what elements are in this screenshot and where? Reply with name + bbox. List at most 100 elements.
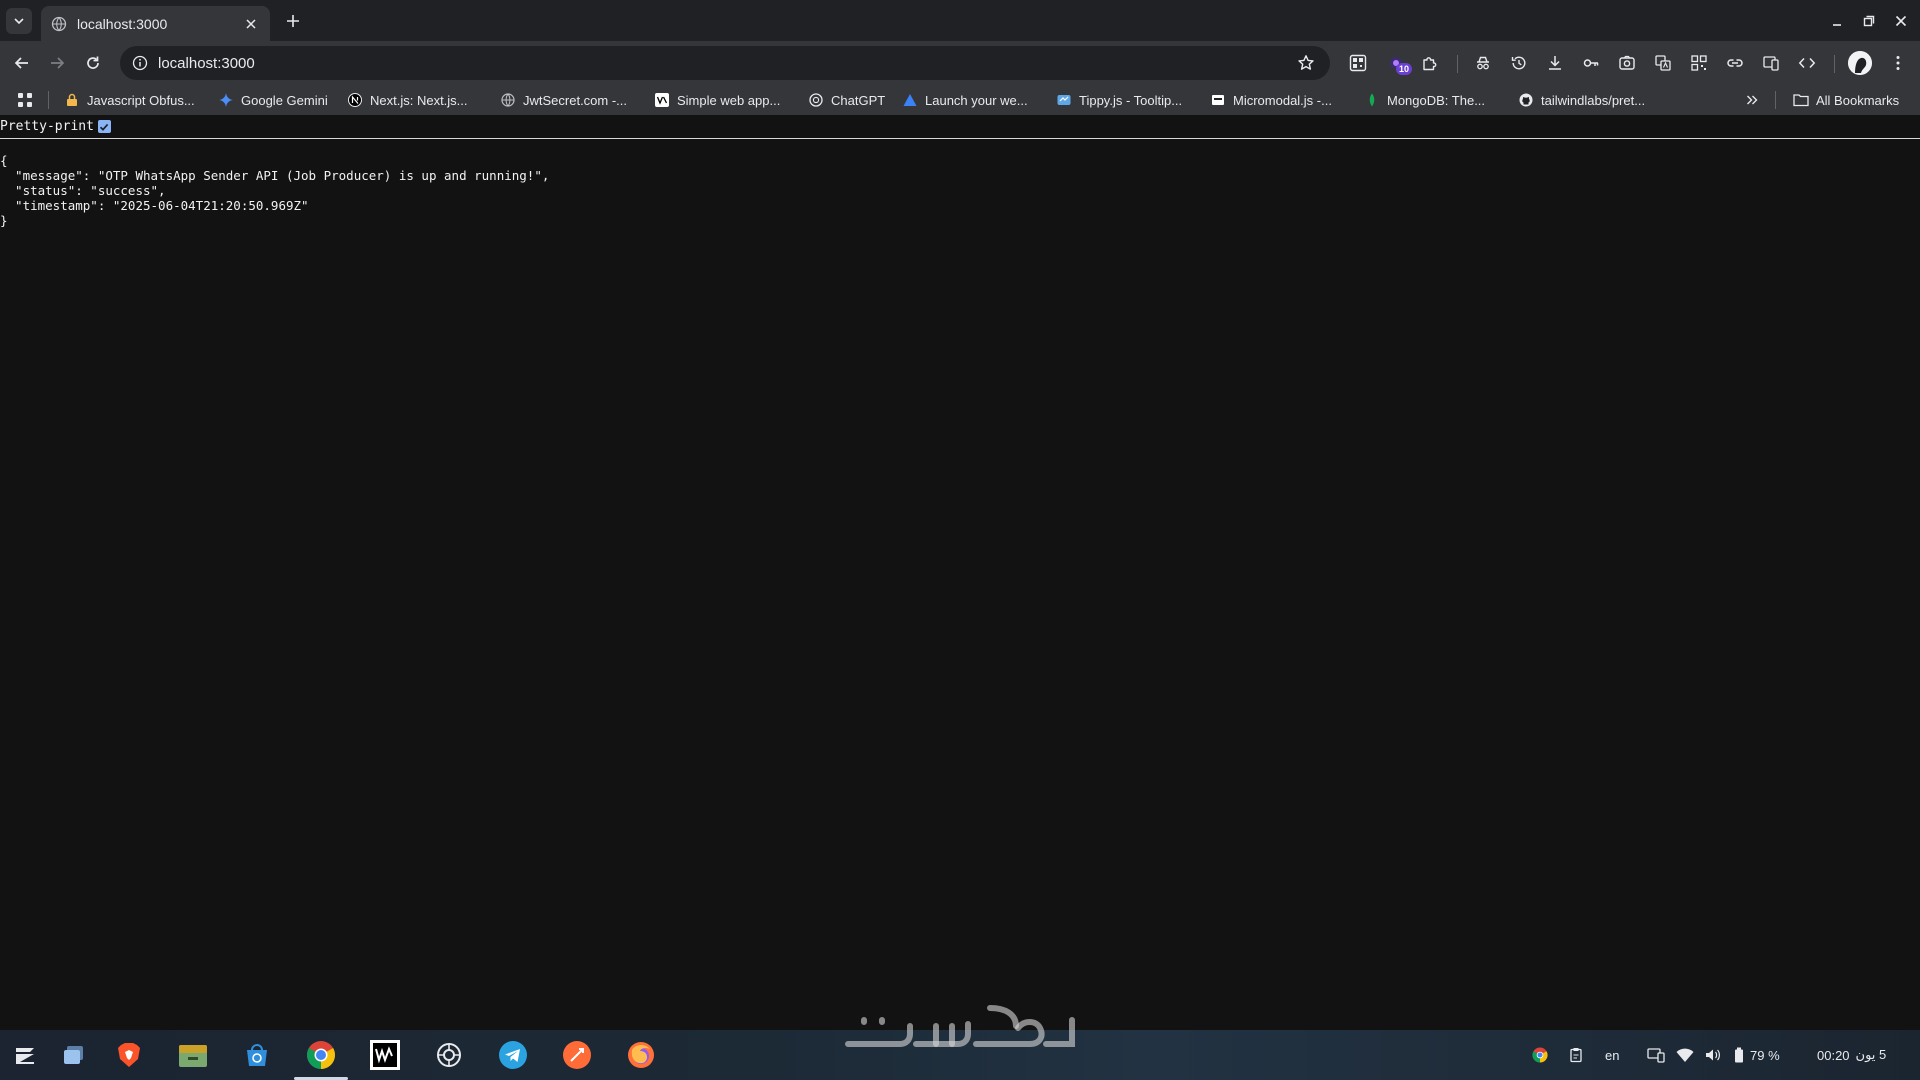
extension-badge-icon[interactable]: 10 xyxy=(1384,51,1413,75)
vercel-icon xyxy=(654,92,670,108)
tab-active[interactable]: localhost:3000 xyxy=(41,6,270,41)
bookmark-label: MongoDB: The... xyxy=(1387,92,1486,108)
bookmark-item[interactable]: JwtSecret.com -... xyxy=(500,89,627,111)
browser-toolbar: 10 xyxy=(0,41,1920,85)
download-icon[interactable] xyxy=(1543,51,1567,75)
incognito-icon[interactable] xyxy=(1471,51,1495,75)
display-icon[interactable] xyxy=(1647,1045,1665,1065)
file-manager-icon[interactable] xyxy=(176,1038,210,1072)
tippy-icon xyxy=(1056,92,1072,108)
bookmark-item[interactable]: Javascript Obfus... xyxy=(64,89,195,111)
bookmark-item[interactable]: MongoDB: The... xyxy=(1364,89,1485,111)
json-line: "timestamp": "2025-06-04T21:20:50.969Z" xyxy=(0,198,309,213)
arrow-left-icon xyxy=(14,57,28,69)
back-button[interactable] xyxy=(8,49,36,77)
qr-code-icon[interactable] xyxy=(1687,51,1711,75)
chrome-icon[interactable] xyxy=(304,1038,338,1072)
pretty-print-bar: Pretty-print xyxy=(0,115,1920,139)
keyboard-language[interactable]: en xyxy=(1605,1045,1619,1065)
triangle-icon xyxy=(902,92,918,108)
webstorm-icon[interactable] xyxy=(368,1038,402,1072)
bookmark-item[interactable]: Tippy.js - Tooltip... xyxy=(1056,89,1182,111)
apps-grid-icon xyxy=(18,93,32,107)
bookmark-item[interactable]: tailwindlabs/pret... xyxy=(1518,89,1645,111)
telegram-icon[interactable] xyxy=(496,1038,530,1072)
github-icon xyxy=(1518,92,1534,108)
chatgpt-icon[interactable] xyxy=(432,1038,466,1072)
page-content: Pretty-print { "message": "OTP WhatsApp … xyxy=(0,115,1920,1030)
clipboard-icon[interactable] xyxy=(1569,1045,1583,1065)
apps-grid-button[interactable] xyxy=(17,89,33,111)
tab-title: localhost:3000 xyxy=(77,15,168,32)
all-bookmarks-button[interactable]: All Bookmarks xyxy=(1793,89,1899,111)
nextjs-icon xyxy=(347,92,363,108)
battery-indicator[interactable]: 79 % xyxy=(1734,1045,1780,1065)
bookmark-label: JwtSecret.com -... xyxy=(523,92,628,108)
zorin-menu-icon[interactable] xyxy=(8,1038,42,1072)
all-bookmarks-label: All Bookmarks xyxy=(1816,92,1900,108)
wifi-icon[interactable] xyxy=(1676,1045,1694,1065)
screenshot-icon[interactable] xyxy=(1615,51,1639,75)
bookmark-item[interactable]: Next.js: Next.js... xyxy=(347,89,468,111)
bookmark-label: ChatGPT xyxy=(831,92,886,108)
device-mode-icon[interactable] xyxy=(1759,51,1783,75)
profile-avatar[interactable] xyxy=(1848,51,1872,75)
bookmark-label: Launch your we... xyxy=(925,92,1028,108)
store-icon[interactable] xyxy=(240,1038,274,1072)
forward-button[interactable] xyxy=(43,49,71,77)
site-info-icon[interactable] xyxy=(130,53,150,73)
bookmark-item[interactable]: Google Gemini xyxy=(218,89,328,111)
bookmark-label: Micromodal.js -... xyxy=(1233,92,1332,108)
volume-icon[interactable] xyxy=(1704,1045,1722,1065)
chevron-down-icon xyxy=(14,18,24,25)
tab-close-icon[interactable] xyxy=(242,15,260,33)
chatgpt-icon xyxy=(808,92,824,108)
close-window-button[interactable] xyxy=(1888,8,1914,34)
bookmark-label: Javascript Obfus... xyxy=(87,92,195,108)
qr-extension-icon[interactable] xyxy=(1346,51,1370,75)
bookmarks-overflow-button[interactable] xyxy=(1745,89,1759,111)
toolbar-separator-2 xyxy=(1834,55,1835,73)
battery-percent: 79 % xyxy=(1750,1047,1780,1063)
address-bar[interactable] xyxy=(120,46,1330,80)
bookmark-star-icon[interactable] xyxy=(1294,51,1318,75)
tray-chrome-icon[interactable] xyxy=(1532,1045,1548,1065)
new-tab-button[interactable] xyxy=(282,10,304,32)
files-icon[interactable] xyxy=(57,1038,91,1072)
reload-icon xyxy=(87,56,99,69)
clock-date: 5 يون xyxy=(1855,1047,1887,1062)
json-line: "status": "success", xyxy=(0,183,166,198)
clock[interactable]: 00:20 5 يون xyxy=(1817,1045,1886,1065)
history-icon[interactable] xyxy=(1507,51,1531,75)
devtools-code-icon[interactable] xyxy=(1795,51,1819,75)
pretty-print-label: Pretty-print xyxy=(0,119,94,134)
json-line: { xyxy=(0,153,8,168)
extensions-puzzle-icon[interactable] xyxy=(1418,51,1442,75)
postman-icon[interactable] xyxy=(560,1038,594,1072)
tab-search-button[interactable] xyxy=(6,8,32,34)
bookmark-item[interactable]: Launch your we... xyxy=(902,89,1028,111)
bookmark-item[interactable]: Micromodal.js -... xyxy=(1210,89,1332,111)
bookmark-label: Next.js: Next.js... xyxy=(370,92,468,108)
reload-button[interactable] xyxy=(79,49,107,77)
restore-button[interactable] xyxy=(1856,8,1882,34)
chrome-menu-icon[interactable] xyxy=(1886,51,1910,75)
bookmark-item[interactable]: Simple web app... xyxy=(654,89,780,111)
toolbar-separator xyxy=(1457,55,1458,73)
translate-icon[interactable] xyxy=(1651,51,1675,75)
pretty-print-checkbox[interactable] xyxy=(97,120,111,133)
clock-time: 00:20 xyxy=(1817,1047,1850,1063)
brave-icon[interactable] xyxy=(112,1038,146,1072)
bookmarks-separator-2 xyxy=(1775,91,1776,109)
minimize-icon xyxy=(1833,24,1841,26)
firefox-icon[interactable] xyxy=(624,1038,658,1072)
password-key-icon[interactable] xyxy=(1579,51,1603,75)
json-line: "message": "OTP WhatsApp Sender API (Job… xyxy=(0,168,550,183)
url-input[interactable] xyxy=(158,54,1294,72)
bookmark-item[interactable]: ChatGPT xyxy=(808,89,885,111)
minimize-button[interactable] xyxy=(1824,8,1850,34)
bookmarks-bar: Javascript Obfus... Google Gemini Next.j… xyxy=(0,85,1920,115)
link-icon[interactable] xyxy=(1723,51,1747,75)
checkmark-icon xyxy=(100,123,109,131)
lock-icon xyxy=(64,92,80,108)
